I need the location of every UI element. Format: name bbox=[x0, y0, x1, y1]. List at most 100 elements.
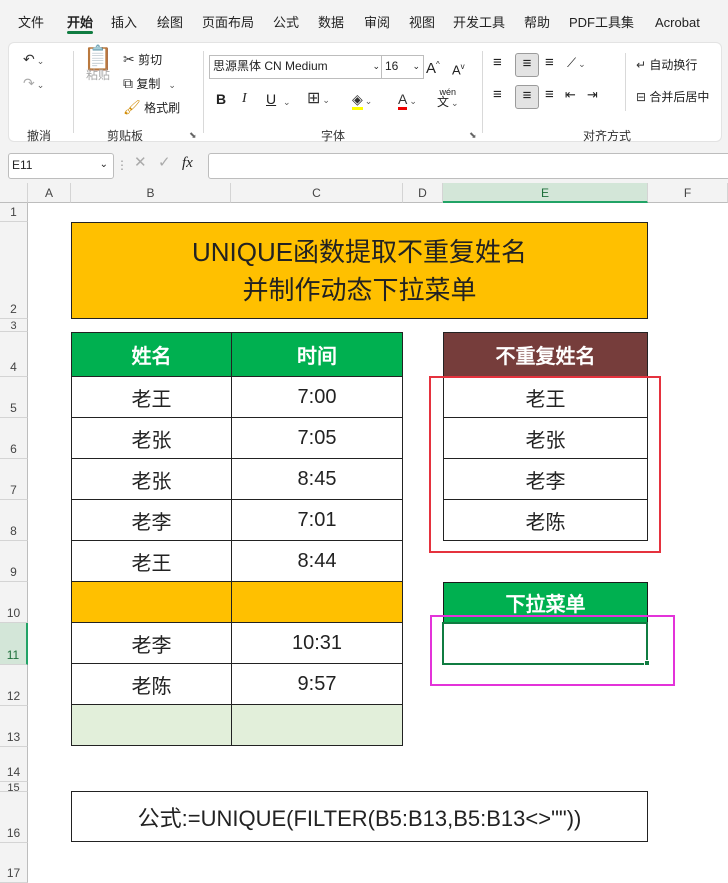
dialog-launcher-icon[interactable]: ⬊ bbox=[469, 127, 477, 143]
table-cell-name[interactable]: 老李 bbox=[71, 622, 232, 664]
tab-draw[interactable]: 绘图 bbox=[157, 0, 183, 38]
table-header-name[interactable]: 姓名 bbox=[71, 332, 232, 377]
chevron-down-icon[interactable]: ⌄ bbox=[281, 93, 291, 110]
underline-button[interactable]: U bbox=[266, 91, 276, 107]
table-cell-name[interactable]: 老李 bbox=[71, 499, 232, 541]
dialog-launcher-icon[interactable]: ⬊ bbox=[189, 127, 197, 143]
font-color-button[interactable]: A ⌄ bbox=[398, 91, 417, 110]
table-cell-time[interactable]: 7:05 bbox=[231, 417, 403, 459]
format-painter-button[interactable]: 🖌 格式刷 bbox=[123, 99, 180, 116]
grow-font-icon: A bbox=[426, 60, 437, 77]
title-line-1: UNIQUE函数提取不重复姓名 bbox=[191, 236, 528, 267]
tab-help[interactable]: 帮助 bbox=[524, 0, 550, 38]
row-header[interactable]: 3 bbox=[0, 319, 28, 332]
tab-data[interactable]: 数据 bbox=[318, 0, 344, 38]
table-cell-time[interactable]: 8:45 bbox=[231, 458, 403, 500]
column-header[interactable]: E bbox=[443, 183, 648, 203]
title-banner[interactable]: UNIQUE函数提取不重复姓名 并制作动态下拉菜单 bbox=[71, 222, 648, 319]
tab-acrobat[interactable]: Acrobat bbox=[655, 0, 700, 38]
tab-page-layout[interactable]: 页面布局 bbox=[202, 0, 254, 38]
phonetic-guide-button[interactable]: wén 文 ⌄ bbox=[437, 87, 459, 108]
cut-button[interactable]: ✂ 剪切 bbox=[123, 51, 162, 68]
row-header[interactable]: 1 bbox=[0, 203, 28, 222]
fill-color-button[interactable]: ◈ ⌄ bbox=[352, 91, 372, 110]
tab-insert[interactable]: 插入 bbox=[111, 0, 137, 38]
column-header[interactable]: D bbox=[403, 183, 443, 203]
table-cell-name[interactable] bbox=[71, 704, 232, 746]
align-left-button[interactable]: ≡ bbox=[493, 87, 502, 103]
align-top-button[interactable]: ≡ bbox=[493, 55, 502, 71]
tab-pdf-tools[interactable]: PDF工具集 bbox=[569, 0, 634, 38]
row-header[interactable]: 5 bbox=[0, 377, 28, 418]
row-header[interactable]: 14 bbox=[0, 747, 28, 782]
tab-review[interactable]: 审阅 bbox=[364, 0, 390, 38]
unique-header[interactable]: 不重复姓名 bbox=[443, 332, 648, 377]
align-middle-button[interactable]: ≡ bbox=[515, 53, 539, 77]
column-header[interactable]: C bbox=[231, 183, 403, 203]
check-icon[interactable]: ✓ bbox=[158, 155, 171, 171]
bold-button[interactable]: B bbox=[216, 91, 226, 107]
tab-developer[interactable]: 开发工具 bbox=[453, 0, 505, 38]
table-cell-time[interactable]: 7:01 bbox=[231, 499, 403, 541]
formula-note[interactable]: 公式:=UNIQUE(FILTER(B5:B13,B5:B13<>"")) bbox=[71, 791, 648, 842]
formula-input[interactable] bbox=[208, 153, 728, 179]
tab-view[interactable]: 视图 bbox=[409, 0, 435, 38]
font-name-select[interactable]: 思源黑体 CN Medium ⌄ bbox=[209, 55, 384, 79]
table-cell-name[interactable] bbox=[71, 581, 232, 623]
tab-formulas[interactable]: 公式 bbox=[273, 0, 299, 38]
row-header[interactable]: 17 bbox=[0, 843, 28, 883]
table-cell-name[interactable]: 老张 bbox=[71, 417, 232, 459]
undo-button[interactable]: ↶ ⌄ bbox=[23, 51, 44, 69]
row-header[interactable]: 16 bbox=[0, 792, 28, 843]
merge-center-button[interactable]: ⊟ 合并后居中 bbox=[636, 89, 709, 105]
row-header[interactable]: 2 bbox=[0, 222, 28, 319]
column-header[interactable]: B bbox=[71, 183, 231, 203]
tab-file[interactable]: 文件 bbox=[18, 0, 44, 38]
insert-function-button[interactable]: fx bbox=[182, 155, 193, 171]
select-all-corner[interactable] bbox=[0, 183, 28, 203]
table-cell-name[interactable]: 老陈 bbox=[71, 663, 232, 705]
decrease-indent-button[interactable]: ⇤ bbox=[565, 87, 576, 103]
redo-button[interactable]: ↷ ⌄ bbox=[23, 75, 44, 93]
table-cell-time[interactable]: 10:31 bbox=[231, 622, 403, 664]
row-header[interactable]: 12 bbox=[0, 665, 28, 706]
row-header[interactable]: 9 bbox=[0, 541, 28, 582]
row-header[interactable]: 8 bbox=[0, 500, 28, 541]
row-header[interactable]: 4 bbox=[0, 332, 28, 377]
row-header[interactable]: 13 bbox=[0, 706, 28, 747]
increase-indent-button[interactable]: ⇥ bbox=[587, 87, 598, 103]
table-cell-name[interactable]: 老王 bbox=[71, 376, 232, 418]
row-header[interactable]: 11 bbox=[0, 623, 28, 665]
table-header-time[interactable]: 时间 bbox=[231, 332, 403, 377]
orientation-button[interactable]: ⟋ ⌄ bbox=[567, 55, 586, 72]
grow-font-button[interactable]: A^ bbox=[426, 57, 440, 77]
row-header[interactable]: 7 bbox=[0, 459, 28, 500]
row-header[interactable]: 15 bbox=[0, 782, 28, 792]
copy-button[interactable]: ⧉ 复制 ⌄ bbox=[123, 75, 176, 93]
row-header[interactable]: 6 bbox=[0, 418, 28, 459]
borders-button[interactable]: ⊞ ⌄ bbox=[307, 91, 330, 108]
cancel-icon[interactable]: ✕ bbox=[134, 155, 147, 171]
column-header[interactable]: A bbox=[28, 183, 71, 203]
name-box[interactable]: E11 ⌄ bbox=[8, 153, 114, 179]
align-right-button[interactable]: ≡ bbox=[545, 87, 554, 103]
row-header[interactable]: 10 bbox=[0, 582, 28, 623]
font-size-select[interactable]: 16 ⌄ bbox=[381, 55, 424, 79]
table-cell-time[interactable] bbox=[231, 581, 403, 623]
table-cell-time[interactable]: 8:44 bbox=[231, 540, 403, 582]
table-cell-name[interactable]: 老张 bbox=[71, 458, 232, 500]
wrap-text-button[interactable]: ↵ 自动换行 bbox=[636, 57, 697, 73]
italic-button[interactable]: I bbox=[242, 91, 247, 107]
align-center-button[interactable]: ≡ bbox=[515, 85, 539, 109]
shrink-font-button[interactable]: Av bbox=[452, 59, 465, 78]
align-center-icon: ≡ bbox=[522, 87, 532, 104]
column-header[interactable]: F bbox=[648, 183, 728, 203]
tab-home[interactable]: 开始 bbox=[67, 0, 94, 38]
table-cell-time[interactable]: 7:00 bbox=[231, 376, 403, 418]
table-cell-time[interactable]: 9:57 bbox=[231, 663, 403, 705]
align-bottom-button[interactable]: ≡ bbox=[545, 55, 554, 71]
table-cell-time[interactable] bbox=[231, 704, 403, 746]
copy-icon: ⧉ bbox=[123, 75, 133, 91]
paste-button[interactable]: 📋 粘贴 bbox=[83, 47, 113, 83]
table-cell-name[interactable]: 老王 bbox=[71, 540, 232, 582]
